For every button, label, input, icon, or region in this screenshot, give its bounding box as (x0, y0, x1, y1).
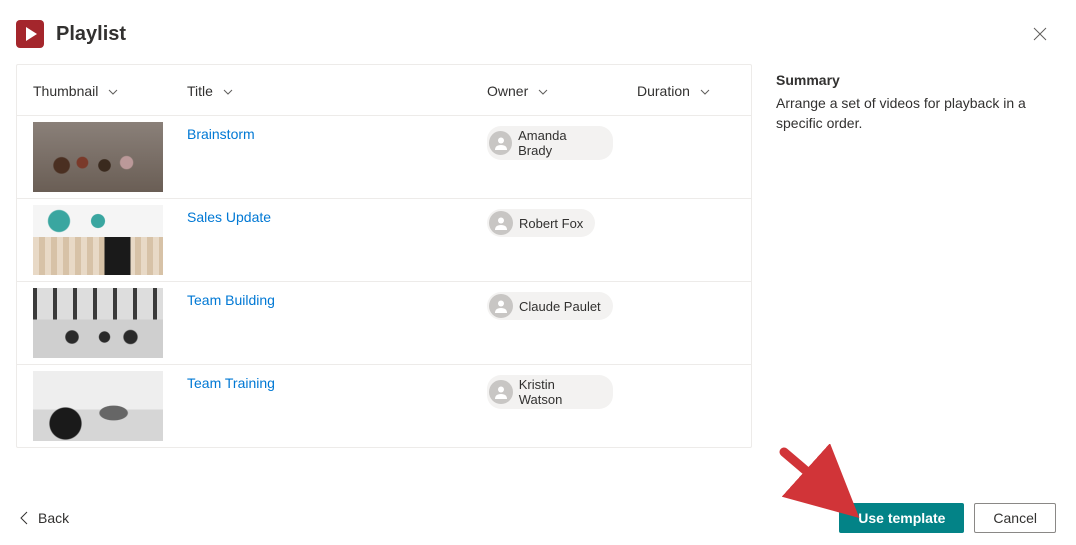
summary-text: Arrange a set of videos for playback in … (776, 94, 1060, 133)
back-button[interactable]: Back (20, 510, 69, 526)
dialog-footer: Back Use template Cancel (0, 503, 1076, 533)
summary-heading: Summary (776, 72, 1060, 88)
owner-name: Robert Fox (519, 216, 583, 231)
close-button[interactable] (1024, 18, 1056, 50)
col-owner[interactable]: Owner (475, 65, 625, 116)
close-icon (1033, 27, 1047, 41)
video-thumbnail[interactable] (33, 122, 163, 192)
table-row[interactable]: Brainstorm Amanda Brady (17, 116, 751, 199)
duration-cell (625, 199, 751, 282)
video-title-link[interactable]: Team Building (187, 290, 275, 308)
duration-cell (625, 282, 751, 365)
play-icon (16, 20, 44, 48)
col-title-label: Title (187, 83, 213, 99)
owner-chip[interactable]: Amanda Brady (487, 126, 613, 160)
duration-cell (625, 365, 751, 448)
video-title-link[interactable]: Sales Update (187, 207, 271, 225)
owner-name: Amanda Brady (518, 128, 601, 158)
person-icon (489, 211, 513, 235)
col-duration-label: Duration (637, 83, 690, 99)
video-thumbnail[interactable] (33, 288, 163, 358)
col-title[interactable]: Title (175, 65, 475, 116)
cancel-button[interactable]: Cancel (974, 503, 1056, 533)
video-thumbnail[interactable] (33, 371, 163, 441)
videos-table-card: Thumbnail Title Owner Duration (16, 64, 752, 448)
dialog-header: Playlist (0, 0, 1076, 64)
table-row[interactable]: Sales Update Robert Fox (17, 199, 751, 282)
owner-chip[interactable]: Claude Paulet (487, 292, 613, 320)
summary-panel: Summary Arrange a set of videos for play… (776, 64, 1060, 448)
video-title-link[interactable]: Team Training (187, 373, 275, 391)
col-thumbnail[interactable]: Thumbnail (17, 65, 175, 116)
chevron-down-icon (223, 89, 233, 95)
use-template-button[interactable]: Use template (839, 503, 964, 533)
chevron-left-icon (20, 511, 28, 525)
table-row[interactable]: Team Building Claude Paulet (17, 282, 751, 365)
person-icon (489, 131, 512, 155)
person-icon (489, 294, 513, 318)
owner-name: Kristin Watson (519, 377, 601, 407)
owner-chip[interactable]: Kristin Watson (487, 375, 613, 409)
back-label: Back (38, 510, 69, 526)
videos-table: Thumbnail Title Owner Duration (17, 65, 751, 447)
col-owner-label: Owner (487, 83, 528, 99)
owner-chip[interactable]: Robert Fox (487, 209, 595, 237)
video-title-link[interactable]: Brainstorm (187, 124, 255, 142)
chevron-down-icon (538, 89, 548, 95)
video-thumbnail[interactable] (33, 205, 163, 275)
col-thumbnail-label: Thumbnail (33, 83, 98, 99)
chevron-down-icon (108, 89, 118, 95)
person-icon (489, 380, 513, 404)
table-row[interactable]: Team Training Kristin Watson (17, 365, 751, 448)
col-duration[interactable]: Duration (625, 65, 751, 116)
duration-cell (625, 116, 751, 199)
page-title: Playlist (56, 23, 126, 46)
owner-name: Claude Paulet (519, 299, 601, 314)
chevron-down-icon (700, 89, 710, 95)
